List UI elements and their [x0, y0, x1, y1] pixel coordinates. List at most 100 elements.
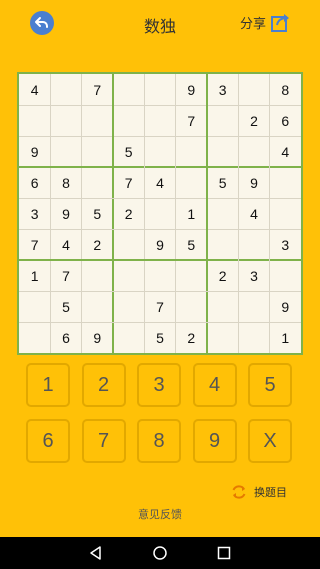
sudoku-cell[interactable] [207, 105, 238, 136]
sudoku-cell[interactable]: 5 [113, 136, 144, 167]
sudoku-cell[interactable] [50, 74, 81, 105]
sudoku-cell[interactable]: 4 [238, 198, 269, 229]
sudoku-cell[interactable] [238, 136, 269, 167]
sudoku-cell[interactable]: 4 [19, 74, 50, 105]
sudoku-cell[interactable] [113, 105, 144, 136]
sudoku-cell[interactable] [238, 74, 269, 105]
sudoku-cell[interactable] [270, 260, 301, 291]
sudoku-cell[interactable] [113, 291, 144, 322]
sudoku-cell[interactable] [144, 260, 175, 291]
sudoku-cell[interactable]: 2 [82, 229, 113, 260]
sudoku-cell[interactable] [113, 260, 144, 291]
nav-recent-icon[interactable] [216, 545, 232, 561]
sudoku-cell[interactable]: 2 [176, 322, 207, 353]
sudoku-cell[interactable] [82, 291, 113, 322]
sudoku-cell[interactable]: 7 [50, 260, 81, 291]
number-key-2[interactable]: 2 [81, 363, 126, 407]
sudoku-cell[interactable]: 8 [50, 167, 81, 198]
sudoku-cell[interactable]: 9 [176, 74, 207, 105]
sudoku-cell[interactable] [144, 105, 175, 136]
sudoku-cell[interactable] [207, 322, 238, 353]
sudoku-cell[interactable]: 8 [270, 74, 301, 105]
sudoku-cell[interactable] [144, 198, 175, 229]
sudoku-cell[interactable] [50, 105, 81, 136]
sudoku-cell[interactable]: 7 [113, 167, 144, 198]
sudoku-cell[interactable]: 3 [19, 198, 50, 229]
nav-back-icon[interactable] [88, 545, 104, 561]
share-button[interactable]: 分享 [240, 11, 292, 33]
sudoku-cell[interactable] [19, 322, 50, 353]
sudoku-cell[interactable]: 9 [270, 291, 301, 322]
sudoku-cell[interactable]: 5 [176, 229, 207, 260]
sudoku-cell[interactable]: 7 [82, 74, 113, 105]
sudoku-cell[interactable]: 2 [113, 198, 144, 229]
sudoku-cell[interactable]: 7 [144, 291, 175, 322]
sudoku-cell[interactable]: 1 [270, 322, 301, 353]
sudoku-cell[interactable] [144, 136, 175, 167]
sudoku-cell[interactable]: 3 [207, 74, 238, 105]
sudoku-cell[interactable] [207, 229, 238, 260]
nav-home-icon[interactable] [152, 545, 168, 561]
sudoku-cell[interactable] [82, 136, 113, 167]
change-puzzle-button[interactable]: 换题目 [230, 483, 287, 501]
number-key-3[interactable]: 3 [137, 363, 181, 407]
sudoku-cell[interactable]: 7 [19, 229, 50, 260]
sudoku-cell[interactable] [82, 105, 113, 136]
sudoku-cell[interactable] [207, 291, 238, 322]
sudoku-cell[interactable] [19, 291, 50, 322]
number-key-6[interactable]: 6 [26, 419, 70, 463]
sudoku-cell[interactable] [176, 291, 207, 322]
sudoku-cell[interactable]: 6 [270, 105, 301, 136]
sudoku-cell[interactable] [50, 136, 81, 167]
number-key-7[interactable]: 7 [81, 419, 126, 463]
sudoku-cell[interactable]: 2 [238, 105, 269, 136]
sudoku-cell[interactable] [144, 74, 175, 105]
sudoku-cell[interactable] [270, 198, 301, 229]
sudoku-cell[interactable] [207, 198, 238, 229]
sudoku-cell[interactable]: 7 [176, 105, 207, 136]
sudoku-cell[interactable] [113, 229, 144, 260]
sudoku-cell[interactable] [238, 322, 269, 353]
sudoku-cell[interactable]: 5 [82, 198, 113, 229]
share-icon [271, 14, 289, 32]
system-nav-bar [0, 537, 320, 569]
sudoku-cell[interactable] [270, 167, 301, 198]
sudoku-cell[interactable]: 9 [19, 136, 50, 167]
sudoku-cell[interactable]: 6 [19, 167, 50, 198]
number-key-4[interactable]: 4 [192, 363, 237, 407]
sudoku-cell[interactable]: 5 [50, 291, 81, 322]
sudoku-cell[interactable] [207, 136, 238, 167]
sudoku-cell[interactable]: 5 [144, 322, 175, 353]
sudoku-cell[interactable]: 5 [207, 167, 238, 198]
sudoku-cell[interactable]: 1 [176, 198, 207, 229]
sudoku-cell[interactable]: 4 [144, 167, 175, 198]
clear-key[interactable]: X [248, 419, 292, 463]
sudoku-cell[interactable] [238, 291, 269, 322]
number-keypad: 12345 6789X [26, 363, 296, 466]
sudoku-cell[interactable]: 4 [50, 229, 81, 260]
sudoku-cell[interactable] [113, 322, 144, 353]
number-key-8[interactable]: 8 [137, 419, 181, 463]
sudoku-cell[interactable] [82, 260, 113, 291]
number-key-1[interactable]: 1 [26, 363, 70, 407]
sudoku-cell[interactable] [176, 167, 207, 198]
sudoku-cell[interactable]: 3 [238, 260, 269, 291]
sudoku-cell[interactable]: 9 [238, 167, 269, 198]
sudoku-cell[interactable]: 9 [82, 322, 113, 353]
sudoku-cell[interactable] [176, 260, 207, 291]
feedback-link[interactable]: 意见反馈 [0, 506, 320, 522]
sudoku-cell[interactable] [238, 229, 269, 260]
sudoku-cell[interactable]: 3 [270, 229, 301, 260]
sudoku-cell[interactable]: 4 [270, 136, 301, 167]
sudoku-cell[interactable] [82, 167, 113, 198]
number-key-5[interactable]: 5 [248, 363, 292, 407]
sudoku-cell[interactable]: 1 [19, 260, 50, 291]
sudoku-cell[interactable]: 9 [144, 229, 175, 260]
sudoku-cell[interactable]: 6 [50, 322, 81, 353]
sudoku-cell[interactable]: 9 [50, 198, 81, 229]
sudoku-cell[interactable]: 2 [207, 260, 238, 291]
number-key-9[interactable]: 9 [192, 419, 237, 463]
sudoku-cell[interactable] [113, 74, 144, 105]
sudoku-cell[interactable] [19, 105, 50, 136]
sudoku-cell[interactable] [176, 136, 207, 167]
